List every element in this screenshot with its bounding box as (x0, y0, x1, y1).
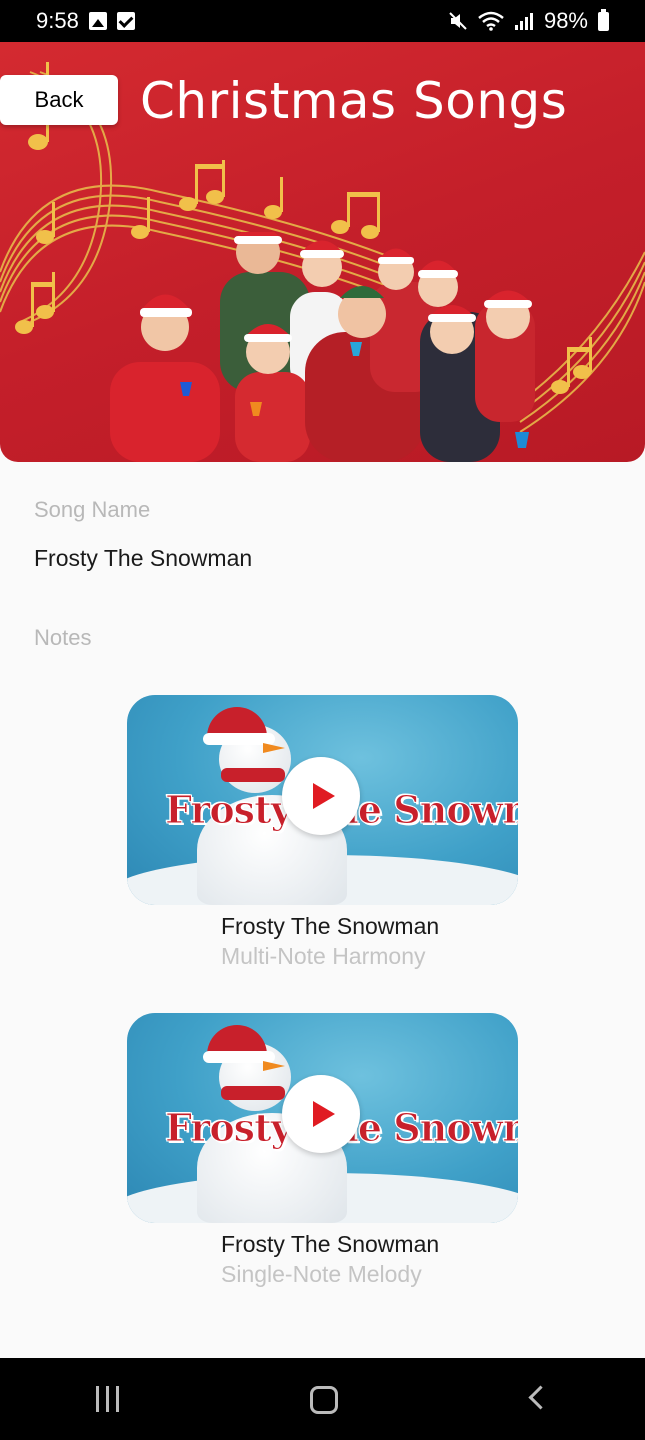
video-subtitle: Single-Note Melody (221, 1261, 422, 1287)
notes-label: Notes (34, 625, 92, 650)
checkbox-icon (116, 12, 135, 30)
video-title: Frosty The Snowman (221, 913, 440, 939)
signal-icon (514, 13, 533, 30)
mute-icon (449, 12, 467, 30)
status-right: 98% (448, 8, 609, 34)
battery-icon (598, 8, 609, 31)
video-card-harmony[interactable]: Frosty The Snowman Frosty The Snowman Mu… (127, 695, 518, 969)
video-subtitle: Multi-Note Harmony (221, 943, 426, 969)
header-banner: Christmas Songs Back (0, 42, 645, 462)
video-card-melody[interactable]: Frosty The Snowman Frosty The Snowman Si… (127, 1013, 518, 1287)
home-icon[interactable] (293, 1369, 353, 1429)
video-thumbnail[interactable]: Frosty The Snowman (127, 1013, 518, 1223)
battery-percent: 98% (543, 8, 588, 33)
video-thumbnail[interactable]: Frosty The Snowman (127, 695, 518, 905)
recents-icon[interactable] (78, 1369, 138, 1429)
play-button[interactable] (282, 1075, 360, 1153)
play-icon (313, 1101, 335, 1127)
wifi-icon (478, 11, 504, 31)
play-icon (313, 783, 335, 809)
system-nav-bar (0, 1358, 645, 1440)
snowman-scarf (221, 1086, 285, 1100)
snowman-nose (263, 743, 285, 753)
snowman-nose (263, 1061, 285, 1071)
snowman-scarf (221, 768, 285, 782)
image-icon (88, 12, 107, 30)
status-bar: 9:58 98% (0, 0, 645, 42)
video-title: Frosty The Snowman (221, 1231, 440, 1257)
status-left: 9:58 (36, 8, 135, 34)
family-photo (110, 232, 535, 462)
status-time: 9:58 (36, 8, 79, 33)
page-title: Christmas Songs (140, 72, 568, 130)
back-button[interactable]: Back (0, 75, 118, 125)
back-icon[interactable] (508, 1369, 568, 1429)
play-button[interactable] (282, 757, 360, 835)
song-name-value: Frosty The Snowman (34, 545, 253, 571)
song-name-label: Song Name (34, 497, 151, 522)
